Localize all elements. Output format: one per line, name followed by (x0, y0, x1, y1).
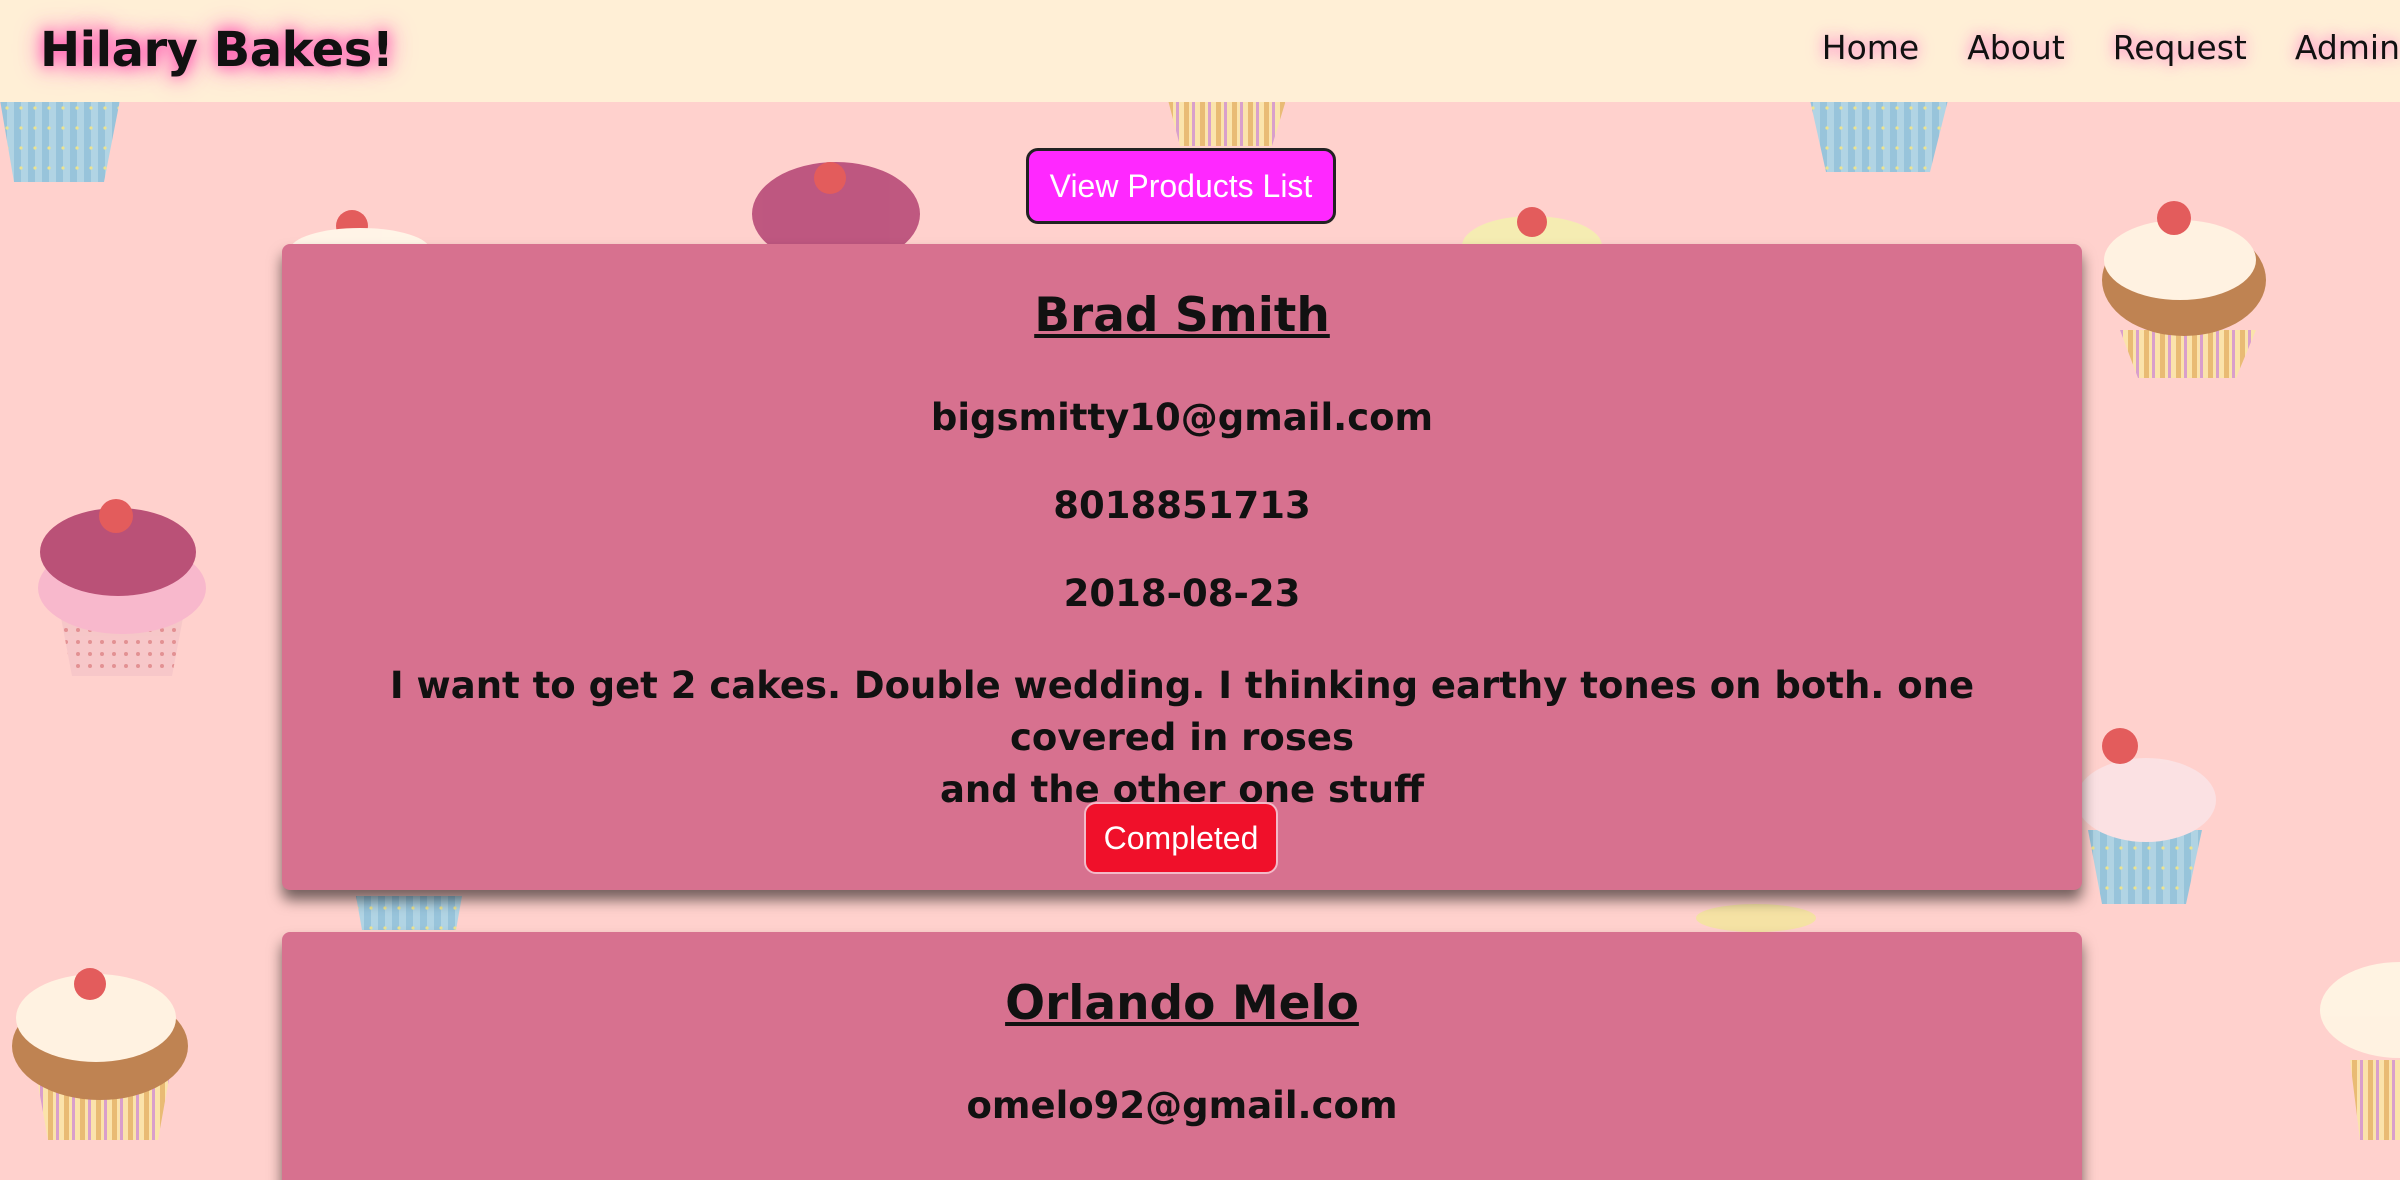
navbar: Hilary Bakes! Home About Request Admin (0, 0, 2400, 102)
brand-logo[interactable]: Hilary Bakes! (40, 22, 394, 78)
request-name: Orlando Melo (1005, 976, 1359, 1031)
nav-request[interactable]: Request (2113, 28, 2247, 67)
request-email: bigsmitty10@gmail.com (930, 396, 1434, 439)
view-products-button[interactable]: View Products List (1026, 148, 1336, 224)
request-card: Orlando Melo omelo92@gmail.com (282, 932, 2082, 1180)
request-card: Brad Smith bigsmitty10@gmail.com 8018851… (282, 244, 2082, 890)
request-message-line: I want to get 2 cakes. Double wedding. I… (389, 664, 1975, 759)
nav-about[interactable]: About (1967, 28, 2065, 67)
nav-links: Home About Request Admin (1774, 28, 2400, 67)
request-message: I want to get 2 cakes. Double wedding. I… (312, 660, 2052, 816)
request-email: omelo92@gmail.com (966, 1084, 1398, 1127)
request-date: 2018-08-23 (1063, 572, 1301, 615)
request-phone: 8018851713 (1053, 484, 1311, 527)
nav-admin[interactable]: Admin (2295, 28, 2400, 67)
completed-button[interactable]: Completed (1084, 802, 1278, 874)
request-name: Brad Smith (1034, 288, 1330, 343)
nav-home[interactable]: Home (1822, 28, 1919, 67)
